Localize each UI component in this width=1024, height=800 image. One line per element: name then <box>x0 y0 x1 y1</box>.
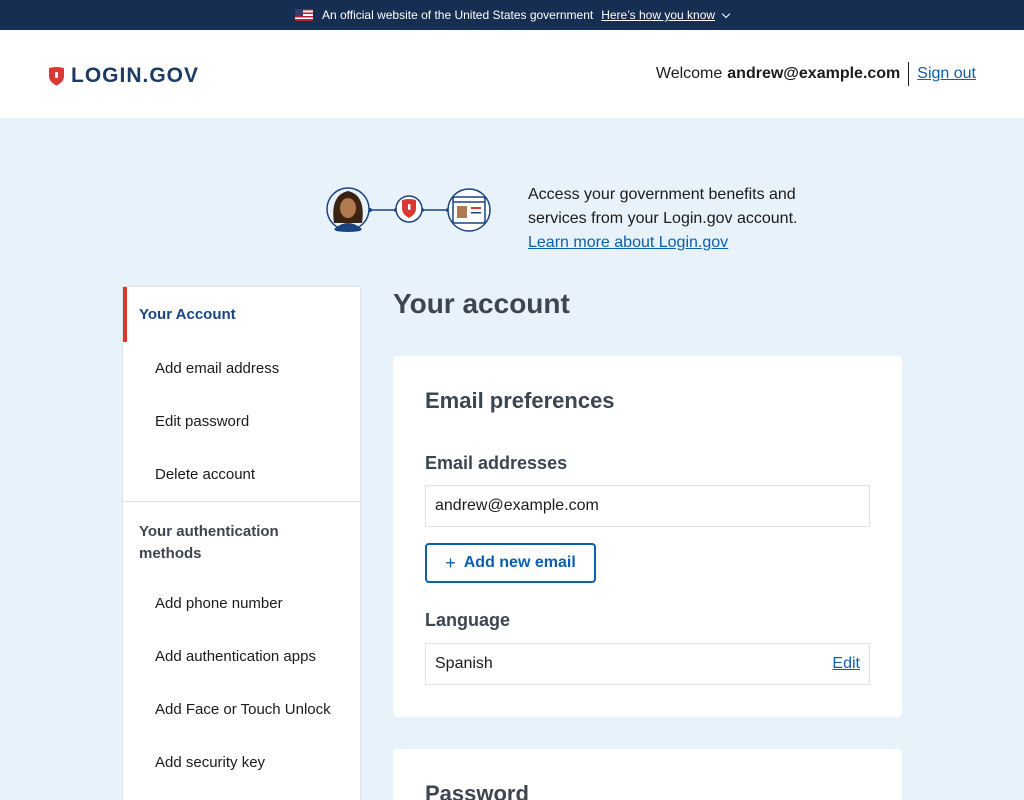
sidebar-item-auth-methods[interactable]: Your authentication methods <box>123 501 360 577</box>
sidebar-item-add-face-touch-unlock[interactable]: Add Face or Touch Unlock <box>123 683 360 736</box>
auth-methods-label-line-2: methods <box>139 544 202 562</box>
language-value: Spanish <box>435 655 493 672</box>
sign-out-link[interactable]: Sign out <box>917 65 976 83</box>
add-new-email-label: Add new email <box>463 554 576 571</box>
email-preferences-card: Email preferences Email addresses andrew… <box>393 356 902 717</box>
us-flag-icon <box>294 9 313 21</box>
learn-more-link[interactable]: Learn more about Login.gov <box>528 231 828 255</box>
hero-line-1: Access your government benefits and <box>528 186 796 203</box>
email-address-field: andrew@example.com <box>425 485 870 527</box>
hero-text: Access your government benefits and serv… <box>528 183 828 255</box>
user-email: andrew@example.com <box>727 65 901 82</box>
logo[interactable]: LOGIN.GOV <box>48 64 199 88</box>
gov-banner: An official website of the United States… <box>0 0 1024 30</box>
language-field: Spanish Edit <box>425 643 870 685</box>
page-title: Your account <box>393 288 570 319</box>
sidebar-item-add-security-key[interactable]: Add security key <box>123 736 360 789</box>
site-header: LOGIN.GOV Welcome andrew@example.com Sig… <box>0 30 1024 118</box>
sidebar-item-your-account[interactable]: Your Account <box>123 287 360 342</box>
hero-line-2: services from your Login.gov account. <box>528 210 798 227</box>
logo-text: LOGIN.GOV <box>71 64 200 87</box>
email-address-value: andrew@example.com <box>435 497 599 514</box>
language-label: Language <box>425 610 511 630</box>
sidebar-item-add-email[interactable]: Add email address <box>123 342 360 395</box>
shield-lock-icon <box>49 67 64 86</box>
gov-banner-text: An official website of the United States… <box>321 8 594 22</box>
sidebar-item-add-auth-apps[interactable]: Add authentication apps <box>123 630 360 683</box>
chevron-down-icon <box>721 9 731 18</box>
add-new-email-button[interactable]: + Add new email <box>425 543 596 583</box>
welcome-label: Welcome <box>655 65 723 82</box>
auth-methods-label-line-1: Your authentication <box>139 522 279 540</box>
edit-language-link[interactable]: Edit <box>832 655 860 673</box>
heres-how-you-know-label: Here’s how you know <box>601 8 716 22</box>
plus-icon: + <box>445 552 456 573</box>
password-title: Password <box>425 781 529 800</box>
password-card: Password <box>393 749 902 800</box>
heres-how-you-know-link[interactable]: Here’s how you know <box>601 8 731 22</box>
email-preferences-title: Email preferences <box>425 388 615 413</box>
sidebar-nav: Your Account Add email address Edit pass… <box>122 286 361 800</box>
sidebar-item-edit-password[interactable]: Edit password <box>123 395 360 448</box>
login-flow-illustration <box>326 187 491 232</box>
welcome-area: Welcome andrew@example.com Sign out <box>656 62 976 86</box>
sidebar-item-delete-account[interactable]: Delete account <box>123 448 360 501</box>
email-addresses-label: Email addresses <box>425 453 568 473</box>
header-divider <box>908 62 910 86</box>
auth-methods-label: Your authentication methods <box>139 521 279 565</box>
sidebar-item-add-phone[interactable]: Add phone number <box>123 577 360 630</box>
hero: Access your government benefits and serv… <box>326 183 828 255</box>
